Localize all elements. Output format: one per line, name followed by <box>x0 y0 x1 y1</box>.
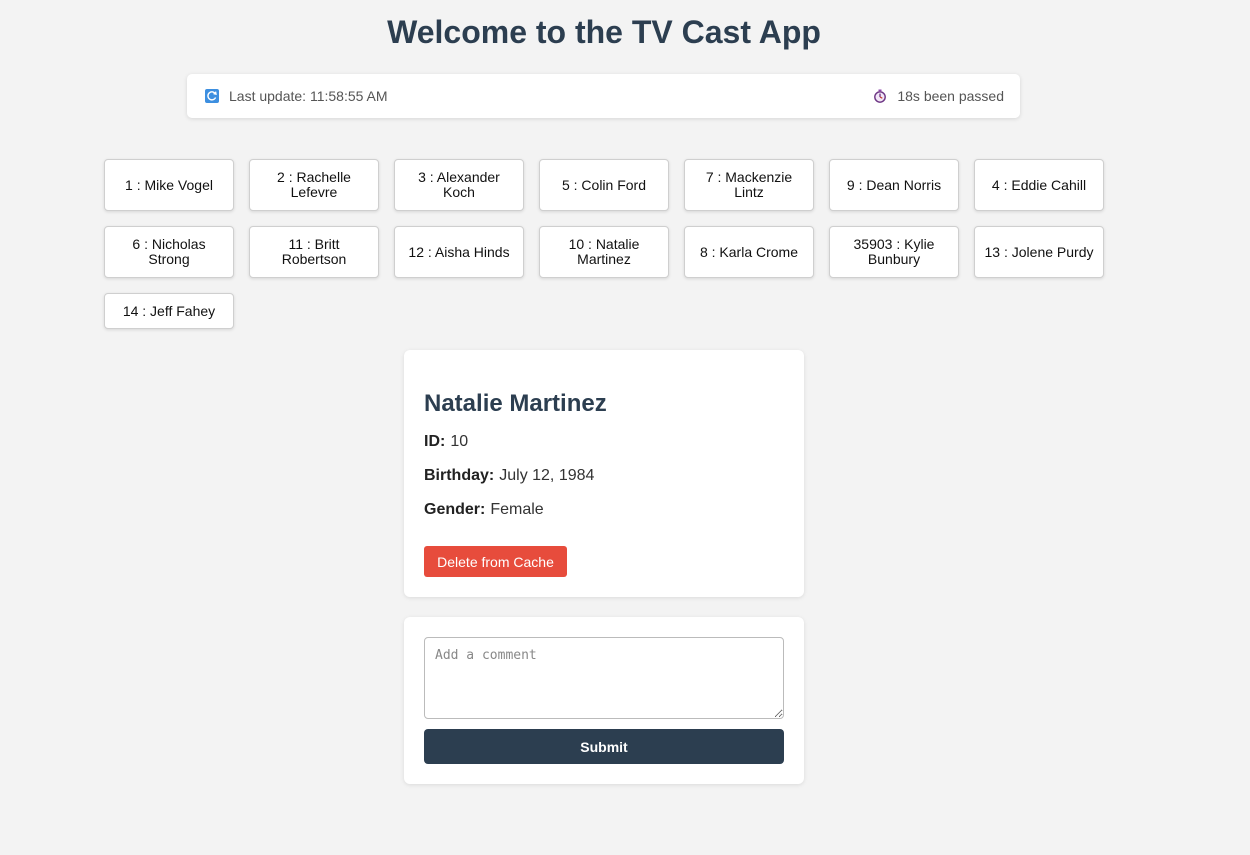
cast-button[interactable]: 2 : Rachelle Lefevre <box>249 159 379 211</box>
last-update-text: Last update: 11:58:55 AM <box>229 88 388 104</box>
last-update: Last update: 11:58:55 AM <box>205 74 388 118</box>
cast-button[interactable]: 5 : Colin Ford <box>539 159 669 211</box>
stopwatch-icon <box>873 89 887 103</box>
cast-button[interactable]: 3 : Alexander Koch <box>394 159 524 211</box>
cast-button[interactable]: 10 : Natalie Martinez <box>539 226 669 278</box>
cast-detail-card: Natalie Martinez ID: 10 Birthday: July 12,… <box>404 350 804 597</box>
cast-id-value: 10 <box>450 433 469 450</box>
cast-button[interactable]: 9 : Dean Norris <box>829 159 959 211</box>
submit-button[interactable]: Submit <box>424 729 784 764</box>
cast-birthday-value: July 12, 1984 <box>499 467 595 484</box>
elapsed-time: 18s been passed <box>873 74 1004 118</box>
cast-gender-value: Female <box>490 501 544 518</box>
cast-id-row: ID: 10 <box>424 433 468 451</box>
cast-gender-row: Gender: Female <box>424 501 544 519</box>
cast-button[interactable]: 6 : Nicholas Strong <box>104 226 234 278</box>
cast-button[interactable]: 11 : Britt Robertson <box>249 226 379 278</box>
cast-button[interactable]: 8 : Karla Crome <box>684 226 814 278</box>
comment-card: Submit <box>404 617 804 784</box>
cast-id-label: ID: <box>424 433 446 450</box>
refresh-icon <box>205 89 219 103</box>
comment-input[interactable] <box>424 637 784 719</box>
cast-button[interactable]: 35903 : Kylie Bunbury <box>829 226 959 278</box>
cast-button[interactable]: 7 : Mackenzie Lintz <box>684 159 814 211</box>
cast-birthday-label: Birthday: <box>424 467 495 484</box>
delete-from-cache-button[interactable]: Delete from Cache <box>424 546 567 577</box>
elapsed-text: 18s been passed <box>897 88 1004 104</box>
cast-button[interactable]: 4 : Eddie Cahill <box>974 159 1104 211</box>
cast-button[interactable]: 1 : Mike Vogel <box>104 159 234 211</box>
page-title: Welcome to the TV Cast App <box>387 14 821 50</box>
cast-button[interactable]: 13 : Jolene Purdy <box>974 226 1104 278</box>
cast-name: Natalie Martinez <box>424 390 607 417</box>
cast-button[interactable]: 12 : Aisha Hinds <box>394 226 524 278</box>
status-bar: Last update: 11:58:55 AM 18s been passed <box>187 74 1020 118</box>
cast-button[interactable]: 14 : Jeff Fahey <box>104 293 234 329</box>
cast-gender-label: Gender: <box>424 501 486 518</box>
cast-birthday-row: Birthday: July 12, 1984 <box>424 467 594 485</box>
